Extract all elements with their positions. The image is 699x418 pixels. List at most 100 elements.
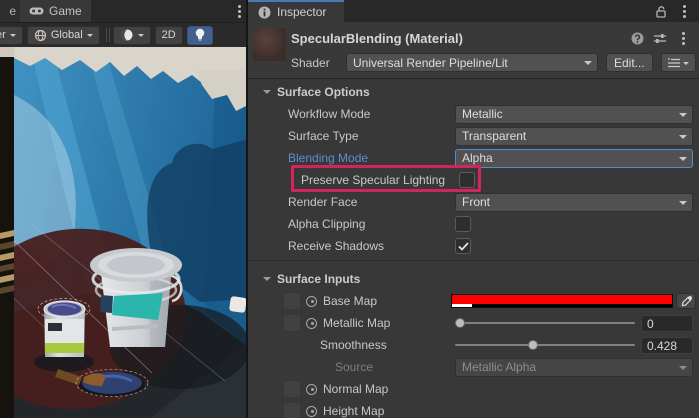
chevron-down-icon — [138, 34, 144, 40]
alpha-clipping-label: Alpha Clipping — [288, 217, 365, 231]
metallic-map-label: Metallic Map — [323, 316, 390, 330]
receive-shadows-label: Receive Shadows — [288, 239, 384, 253]
smoothness-slider[interactable] — [455, 334, 635, 356]
preset-list-button[interactable] — [661, 53, 696, 72]
globe-icon — [34, 29, 47, 42]
surface-options-header[interactable]: Surface Options — [248, 81, 699, 103]
surface-inputs-title: Surface Inputs — [277, 272, 360, 286]
receive-shadows-row: Receive Shadows — [248, 235, 699, 257]
game-view-panel: e Game ter Global — [0, 0, 248, 418]
check-icon — [458, 242, 469, 251]
inspector-panel: Inspector SpecularBlending (Material) — [248, 0, 699, 418]
receive-shadows-checkbox[interactable] — [455, 238, 471, 254]
surface-type-dropdown[interactable]: Transparent — [455, 127, 693, 146]
workflow-mode-value: Metallic — [462, 107, 503, 121]
surface-type-value: Transparent — [462, 129, 526, 143]
game-tabbar: e Game — [0, 0, 246, 22]
object-picker-icon[interactable] — [306, 384, 317, 395]
metallic-slider[interactable] — [455, 312, 635, 334]
lightbulb-icon — [194, 28, 206, 42]
foldout-arrow-icon — [263, 90, 271, 98]
alpha-clipping-checkbox[interactable] — [455, 216, 471, 232]
normal-map-texture-slot[interactable] — [283, 380, 301, 398]
inspector-body: Surface Options Workflow Mode Metallic S… — [248, 79, 699, 418]
tab-game[interactable]: Game — [20, 0, 91, 22]
slider-thumb[interactable] — [455, 318, 465, 328]
metallic-value-field[interactable]: 0 — [641, 315, 693, 332]
help-icon[interactable] — [631, 32, 644, 45]
material-preview-thumbnail[interactable] — [253, 28, 286, 61]
workflow-mode-dropdown[interactable]: Metallic — [455, 105, 693, 124]
game-viewport[interactable] — [0, 47, 246, 418]
surface-options-title: Surface Options — [277, 85, 370, 99]
tab-scene-partial[interactable]: e — [0, 0, 20, 22]
material-menu-icon[interactable] — [676, 37, 690, 40]
blending-mode-value: Alpha — [462, 151, 493, 165]
unity-editor-window: e Game ter Global — [0, 0, 699, 418]
smoothness-label: Smoothness — [288, 338, 387, 352]
list-icon — [668, 58, 680, 68]
shader-edit-button[interactable]: Edit... — [606, 53, 653, 72]
metallic-map-row: Metallic Map 0 — [248, 312, 699, 334]
height-map-texture-slot[interactable] — [283, 402, 301, 418]
render-face-value: Front — [462, 195, 490, 209]
preserve-specular-label: Preserve Specular Lighting — [301, 173, 445, 187]
source-label: Source — [288, 360, 373, 374]
base-map-row: Base Map — [248, 290, 699, 312]
shader-label: Shader — [291, 56, 338, 70]
smoothness-row: Smoothness 0.428 — [248, 334, 699, 356]
toolbar-separator — [106, 28, 107, 42]
2d-toggle-button[interactable]: 2D — [155, 26, 183, 45]
base-map-color-swatch[interactable] — [451, 294, 673, 308]
preserve-specular-checkbox[interactable] — [459, 172, 475, 188]
handle-rotation-label: Global — [51, 29, 83, 41]
blending-mode-dropdown[interactable]: Alpha — [455, 149, 693, 168]
render-face-label: Render Face — [288, 195, 357, 209]
2d-label: 2D — [162, 29, 176, 41]
slider-thumb[interactable] — [528, 340, 538, 350]
blending-mode-row: Blending Mode Alpha — [248, 147, 699, 169]
game-panel-menu-icon[interactable] — [232, 0, 246, 22]
color-alpha-bar — [452, 304, 672, 307]
base-map-label: Base Map — [323, 294, 377, 308]
shader-value: Universal Render Pipeline/Lit — [353, 56, 508, 70]
lock-icon[interactable] — [655, 5, 667, 18]
shading-mode-dropdown[interactable] — [113, 26, 151, 45]
scene-toolbar: ter Global 2D — [0, 22, 246, 47]
scene-render — [0, 47, 246, 418]
tool-handle-rotation-dropdown[interactable]: Global — [27, 26, 100, 45]
shader-dropdown[interactable]: Universal Render Pipeline/Lit — [346, 53, 598, 72]
chevron-down-icon — [683, 62, 689, 68]
smoothness-value-field[interactable]: 0.428 — [641, 337, 693, 354]
object-picker-icon[interactable] — [306, 318, 317, 329]
preserve-specular-row: Preserve Specular Lighting — [248, 169, 699, 191]
surface-inputs-header[interactable]: Surface Inputs — [248, 268, 699, 290]
tabbar-spacer — [91, 0, 232, 22]
object-picker-icon[interactable] — [306, 296, 317, 307]
inspector-tabbar: Inspector — [248, 0, 699, 22]
inspector-menu-icon[interactable] — [677, 10, 691, 13]
surface-type-row: Surface Type Transparent — [248, 125, 699, 147]
surface-type-label: Surface Type — [288, 129, 359, 143]
color-rgb — [452, 295, 672, 304]
info-icon — [258, 6, 271, 19]
slider-track — [455, 344, 635, 346]
render-face-dropdown[interactable]: Front — [455, 193, 693, 212]
material-title: SpecularBlending (Material) — [291, 31, 631, 46]
metallic-map-texture-slot[interactable] — [283, 314, 301, 332]
preset-icon[interactable] — [653, 32, 667, 44]
eyedropper-button[interactable] — [676, 293, 696, 309]
base-map-texture-slot[interactable] — [283, 292, 301, 310]
tab-game-label: Game — [49, 4, 82, 18]
height-map-row: Height Map — [248, 400, 699, 418]
render-mode-icon — [120, 28, 134, 42]
height-map-label: Height Map — [323, 404, 384, 418]
slider-track — [455, 322, 635, 324]
tool-pivot-dropdown[interactable]: ter — [0, 26, 23, 45]
tab-inspector[interactable]: Inspector — [248, 0, 344, 22]
object-picker-icon[interactable] — [306, 406, 317, 417]
foldout-arrow-icon — [263, 277, 271, 285]
workflow-mode-label: Workflow Mode — [288, 107, 370, 121]
lighting-toggle-button[interactable] — [187, 26, 213, 45]
source-dropdown: Metallic Alpha — [455, 358, 693, 377]
